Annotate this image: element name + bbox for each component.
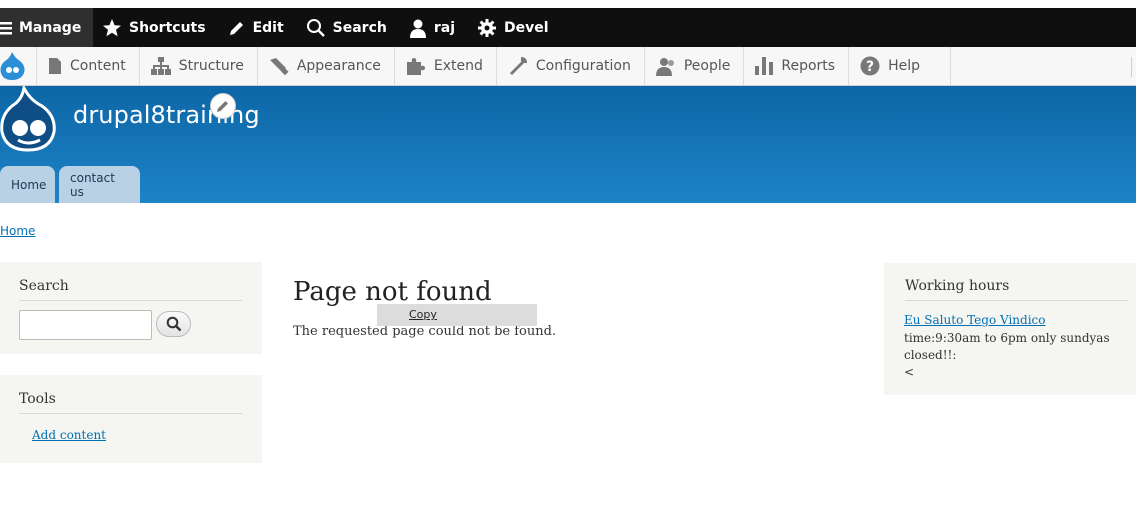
search-block: Search <box>0 262 262 354</box>
add-content-link[interactable]: Add content <box>32 428 106 442</box>
contextual-edit-button[interactable] <box>210 93 236 119</box>
toolbar-manage-label: Manage <box>19 19 82 36</box>
working-hours-line: < <box>904 365 915 379</box>
tray-item-label: Extend <box>433 58 483 74</box>
tools-block-title: Tools <box>19 391 242 414</box>
site-header: drupal8training Home contact us <box>0 83 1136 203</box>
working-hours-link[interactable]: Eu Saluto Tego Vindico <box>904 313 1046 327</box>
page-message: The requested page could not be found. <box>293 324 557 339</box>
wrench-icon <box>509 57 527 75</box>
top-strip <box>0 0 1136 8</box>
working-hours-title: Working hours <box>905 278 1128 301</box>
tray-item-label: Appearance <box>296 58 381 74</box>
toolbar-devel-label: Devel <box>504 19 549 36</box>
tray-item-label: Content <box>70 58 126 74</box>
hamburger-icon <box>0 21 12 34</box>
working-hours-line: closed!!: <box>904 348 957 362</box>
people-icon <box>655 58 674 76</box>
working-hours-line: time:9:30am to 6pm only sundyas <box>904 331 1110 345</box>
toolbar-manage[interactable]: Manage <box>0 8 93 47</box>
pencil-icon <box>229 21 243 35</box>
toolbar-shortcuts[interactable]: Shortcuts <box>93 8 219 47</box>
working-hours-block: Working hours Eu Saluto Tego Vindico tim… <box>884 263 1136 395</box>
nav-tab-contact-us[interactable]: contact us <box>59 166 140 203</box>
toolbar-shortcuts-label: Shortcuts <box>129 19 206 36</box>
page-title: Page not found <box>293 277 492 307</box>
toolbar-search[interactable]: Search <box>297 8 400 47</box>
search-input[interactable] <box>19 310 152 340</box>
tray-item-reports[interactable]: Reports <box>744 47 850 85</box>
tray-item-help[interactable]: ? Help <box>849 47 951 85</box>
file-icon <box>49 58 61 74</box>
tray-item-people[interactable]: People <box>645 47 745 85</box>
search-icon <box>306 18 325 37</box>
tray-item-configuration[interactable]: Configuration <box>497 47 645 85</box>
gear-icon <box>478 18 496 37</box>
breadcrumb-home[interactable]: Home <box>0 224 35 238</box>
toolbar-user[interactable]: raj <box>400 8 468 47</box>
search-icon <box>166 316 181 332</box>
drupal-home-link[interactable] <box>0 47 37 85</box>
working-hours-text: time:9:30am to 6pm only sundyas closed!!… <box>904 330 1129 381</box>
pencil-icon <box>217 101 228 112</box>
drupal-logo-icon <box>0 83 56 152</box>
tray-item-structure[interactable]: Structure <box>140 47 258 85</box>
star-icon <box>103 18 121 36</box>
tray-item-label: Help <box>888 58 920 74</box>
tray-item-label: Configuration <box>535 58 631 74</box>
svg-text:?: ? <box>866 59 874 75</box>
context-menu: Copy <box>377 304 537 326</box>
search-button[interactable] <box>156 311 191 337</box>
admin-toolbar: Manage Shortcuts Edit Search raj Devel <box>0 8 1136 47</box>
toolbar-edit-label: Edit <box>252 19 284 36</box>
tray-item-content[interactable]: Content <box>37 47 140 85</box>
context-menu-copy[interactable]: Copy <box>409 308 437 321</box>
search-block-title: Search <box>19 278 242 301</box>
nav-tab-home[interactable]: Home <box>0 166 55 203</box>
tray-item-extend[interactable]: Extend <box>395 47 497 85</box>
paintbrush-icon <box>269 58 289 75</box>
help-icon: ? <box>860 56 880 76</box>
puzzle-icon <box>406 58 425 75</box>
toolbar-edit[interactable]: Edit <box>219 8 297 47</box>
tray-item-label: Structure <box>178 58 244 74</box>
bar-chart-icon <box>755 57 774 75</box>
site-logo[interactable] <box>0 83 58 154</box>
toolbar-search-label: Search <box>332 19 387 36</box>
drupal-drop-icon <box>0 52 25 80</box>
tray-orientation-toggle[interactable] <box>1131 57 1136 77</box>
tray-item-appearance[interactable]: Appearance <box>258 47 395 85</box>
tools-block: Tools Add content <box>0 375 262 463</box>
toolbar-user-label: raj <box>433 19 455 36</box>
tray-item-label: Reports <box>781 58 836 74</box>
admin-tray: Content Structure Appearance Extend Conf… <box>0 47 1136 86</box>
sitemap-icon <box>150 57 171 75</box>
user-icon <box>409 19 426 38</box>
toolbar-devel[interactable]: Devel <box>468 8 562 47</box>
tray-item-label: People <box>683 58 731 74</box>
